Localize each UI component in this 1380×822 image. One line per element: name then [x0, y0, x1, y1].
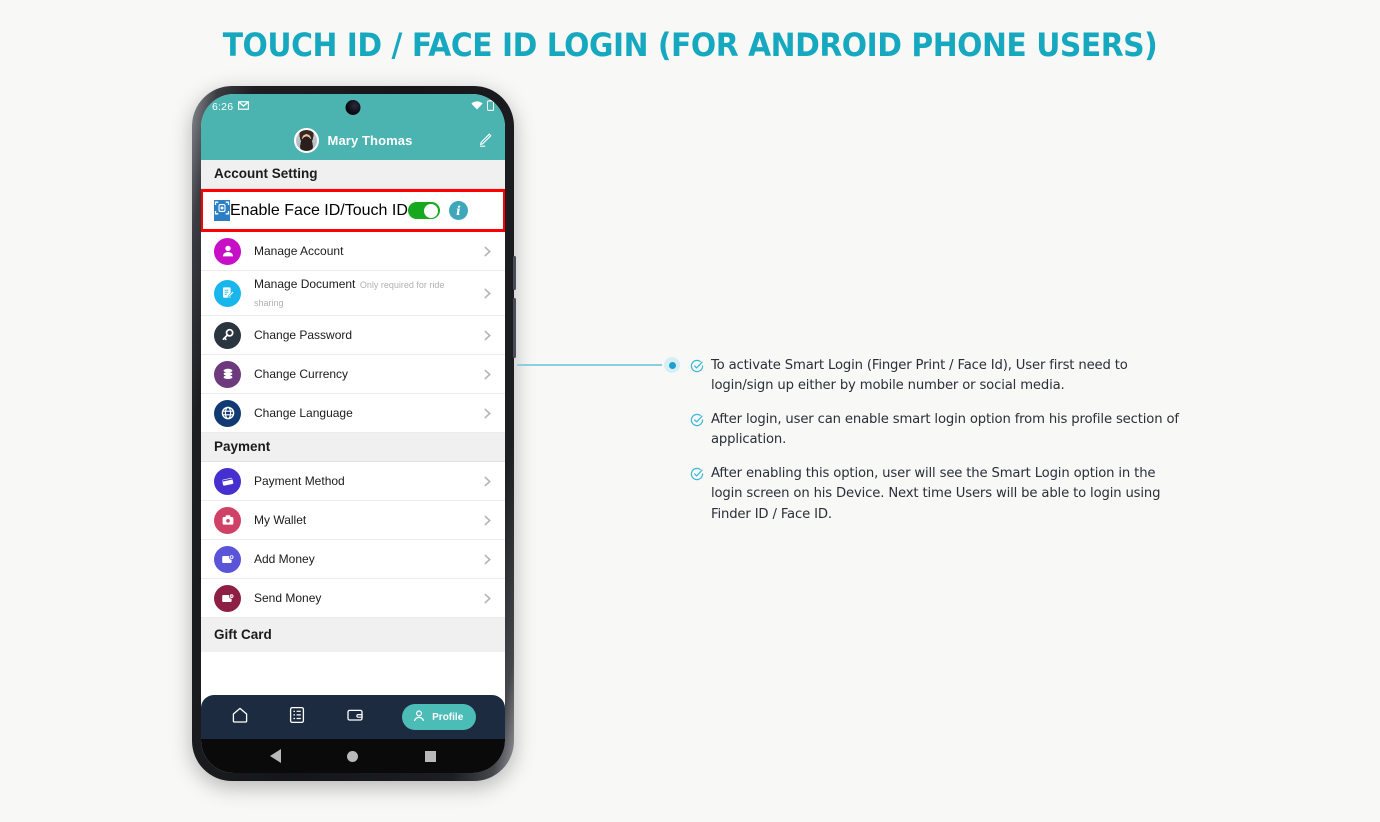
note-item: After enabling this option, user will se… — [690, 464, 1190, 525]
chevron-right-icon — [481, 368, 494, 381]
check-circle-icon — [690, 467, 704, 481]
edit-pencil-icon[interactable] — [477, 132, 493, 148]
row-label-wrap: Change Password — [254, 326, 475, 344]
row-label-wrap: Send Money — [254, 589, 475, 607]
phone-screen: 6:26 Mary Thomas Account Setting Enable … — [201, 94, 505, 773]
face-scan-icon — [214, 200, 230, 221]
row-enable-face-id[interactable]: Enable Face ID/Touch ID i — [203, 192, 503, 229]
gmail-icon — [238, 101, 250, 113]
bullet-marker — [664, 357, 680, 373]
chevron-right-icon — [481, 287, 494, 300]
info-icon[interactable]: i — [448, 201, 468, 220]
row-change-password[interactable]: Change Password — [201, 316, 505, 355]
phone-side-button-top[interactable] — [513, 256, 516, 290]
row-label: Payment Method — [254, 474, 345, 488]
home-circle-icon[interactable] — [347, 750, 359, 762]
punch-hole-camera — [345, 100, 361, 115]
send-money-icon — [214, 584, 241, 612]
row-label: Send Money — [254, 591, 322, 605]
row-change-language[interactable]: Change Language — [201, 394, 505, 433]
back-triangle-icon[interactable] — [270, 749, 282, 763]
check-circle-icon — [690, 359, 704, 373]
status-bar: 6:26 — [201, 94, 505, 120]
row-label-wrap: Change Currency — [254, 365, 475, 383]
battery-icon — [487, 100, 494, 114]
chevron-right-icon — [481, 553, 494, 566]
globe-icon — [214, 399, 241, 427]
nav-item-home[interactable] — [230, 705, 250, 730]
chevron-right-icon — [481, 592, 494, 605]
add-money-icon — [214, 545, 241, 573]
phone-side-button-bottom[interactable] — [513, 298, 516, 358]
callout-connector-line — [517, 364, 662, 366]
document-edit-icon — [214, 279, 241, 307]
chevron-right-icon — [481, 475, 494, 488]
nav-item-profile-active[interactable]: Profile — [402, 704, 477, 730]
row-label-wrap: Manage Document Only required for ride s… — [254, 275, 475, 311]
profile-header[interactable]: Mary Thomas — [201, 120, 505, 160]
row-label: Change Language — [254, 406, 353, 420]
status-bar-left: 6:26 — [212, 101, 250, 113]
profile-person-icon — [412, 709, 426, 726]
nav-item-profile-label: Profile — [432, 711, 464, 723]
settings-list: Account Setting Enable Face ID/Touch ID — [201, 160, 505, 695]
row-label-wrap: Enable Face ID/Touch ID — [230, 202, 408, 220]
row-label-wrap: Manage Account — [254, 242, 475, 260]
row-label: Manage Account — [254, 244, 344, 258]
nav-item-wallet[interactable] — [345, 705, 365, 730]
note-item: After login, user can enable smart login… — [690, 410, 1190, 451]
row-send-money[interactable]: Send Money — [201, 579, 505, 618]
person-icon — [214, 237, 241, 265]
key-icon — [214, 321, 241, 349]
page-title: TOUCH ID / FACE ID LOGIN (FOR ANDROID PH… — [222, 26, 1158, 64]
status-bar-right — [471, 100, 494, 114]
row-label-wrap: Add Money — [254, 550, 475, 568]
row-label: My Wallet — [254, 513, 307, 527]
row-label: Add Money — [254, 552, 315, 566]
avatar — [293, 127, 319, 153]
wallet-icon — [214, 506, 241, 534]
note-text: After login, user can enable smart login… — [711, 411, 1179, 448]
coins-icon — [214, 360, 241, 388]
chevron-right-icon — [481, 245, 494, 258]
section-header-account-setting: Account Setting — [201, 160, 505, 189]
row-label: Change Password — [254, 328, 353, 342]
section-header-payment: Payment — [201, 433, 505, 462]
face-id-toggle[interactable] — [407, 202, 440, 219]
callout-notes: To activate Smart Login (Finger Print / … — [690, 356, 1190, 538]
row-label-wrap: My Wallet — [254, 511, 475, 529]
row-change-currency[interactable]: Change Currency — [201, 355, 505, 394]
row-manage-account[interactable]: Manage Account — [201, 232, 505, 271]
chevron-right-icon — [481, 407, 494, 420]
wifi-icon — [471, 101, 483, 113]
section-header-gift-card: Gift Card — [201, 618, 505, 652]
row-label-wrap: Change Language — [254, 404, 475, 422]
phone-device-frame: 6:26 Mary Thomas Account Setting Enable … — [192, 86, 516, 781]
status-time: 6:26 — [212, 101, 234, 113]
nav-item-list[interactable] — [287, 705, 307, 730]
bottom-navigation: Profile — [201, 695, 505, 739]
android-system-nav — [201, 739, 505, 773]
row-manage-document[interactable]: Manage Document Only required for ride s… — [201, 271, 505, 316]
check-circle-icon — [690, 413, 704, 427]
row-payment-method[interactable]: Payment Method — [201, 462, 505, 501]
chevron-right-icon — [481, 329, 494, 342]
note-text: To activate Smart Login (Finger Print / … — [711, 358, 1128, 394]
note-text: After enabling this option, user will se… — [711, 465, 1161, 522]
row-add-money[interactable]: Add Money — [201, 540, 505, 579]
chevron-right-icon — [481, 514, 494, 527]
recents-square-icon[interactable] — [424, 750, 436, 762]
row-my-wallet[interactable]: My Wallet — [201, 501, 505, 540]
row-label-wrap: Payment Method — [254, 472, 475, 490]
credit-cards-icon — [214, 467, 241, 495]
faceid-highlight-box: Enable Face ID/Touch ID i — [201, 189, 505, 232]
row-label: Manage Document — [254, 277, 356, 291]
row-label: Enable Face ID/Touch ID — [230, 201, 408, 219]
note-item: To activate Smart Login (Finger Print / … — [690, 356, 1190, 397]
profile-name: Mary Thomas — [327, 132, 413, 148]
row-label: Change Currency — [254, 367, 349, 381]
